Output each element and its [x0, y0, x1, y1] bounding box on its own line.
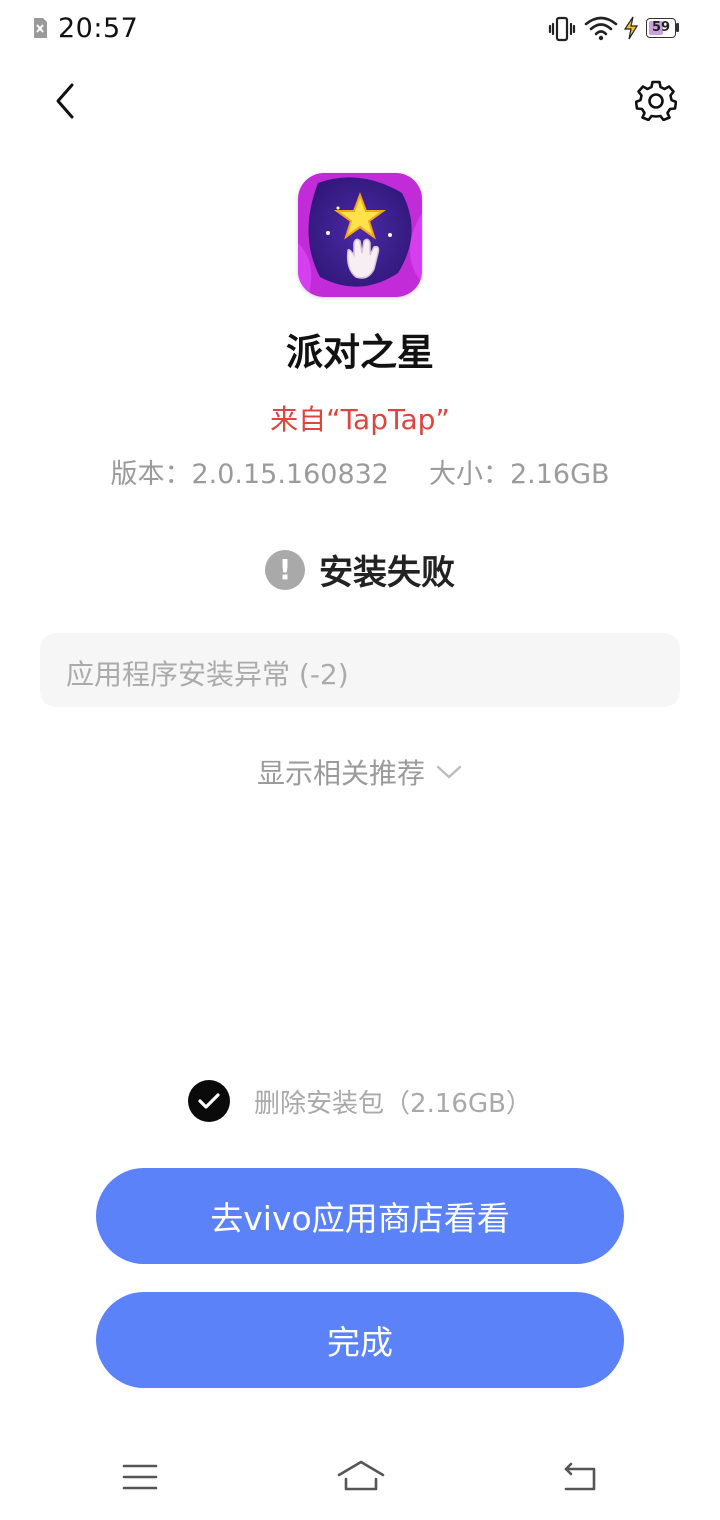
settings-button[interactable]: [630, 74, 682, 126]
show-recommendations-toggle[interactable]: 显示相关推荐: [0, 752, 720, 792]
delete-package-row: 删除安装包（2.16GB）: [0, 1080, 720, 1122]
delete-package-checkbox[interactable]: [188, 1080, 231, 1122]
status-bar: 20:57 59: [0, 0, 720, 58]
exclamation-icon: !: [265, 549, 305, 590]
battery-level: 59: [651, 20, 671, 35]
done-button[interactable]: 完成: [96, 1292, 624, 1388]
error-message: 应用程序安装异常 (-2): [66, 658, 349, 691]
checkmark-icon: [198, 1093, 220, 1109]
app-version: 版本：2.0.15.160832: [110, 459, 389, 490]
chevron-left-icon: [56, 83, 74, 119]
home-icon[interactable]: [336, 1455, 386, 1499]
party-star-app-icon: [298, 173, 422, 297]
error-message-box: 应用程序安装异常 (-2): [40, 633, 680, 707]
vibrate-icon: [548, 16, 576, 42]
battery-icon: 59: [646, 18, 680, 38]
recommend-label: 显示相关推荐: [256, 757, 425, 790]
back-icon[interactable]: [558, 1455, 602, 1499]
chevron-down-icon: [436, 765, 462, 779]
install-status-text: 安装失败: [319, 553, 455, 593]
install-status: ! 安装失败: [0, 545, 720, 594]
app-source: 来自“TapTap”: [270, 403, 450, 436]
app-meta: 版本：2.0.15.160832 大小：2.16GB: [0, 452, 720, 491]
app-size: 大小：2.16GB: [428, 459, 610, 490]
sim-icon: [34, 18, 47, 38]
status-time: 20:57: [58, 13, 139, 44]
wifi-icon: [584, 16, 618, 41]
delete-package-label: 删除安装包（2.16GB）: [254, 1088, 532, 1119]
app-name: 派对之星: [286, 331, 434, 374]
back-button[interactable]: [40, 76, 90, 126]
menu-icon[interactable]: [118, 1455, 162, 1499]
go-to-vivo-store-button[interactable]: 去vivo应用商店看看: [96, 1168, 624, 1264]
gear-icon: [635, 80, 677, 121]
charging-icon: [623, 16, 639, 40]
